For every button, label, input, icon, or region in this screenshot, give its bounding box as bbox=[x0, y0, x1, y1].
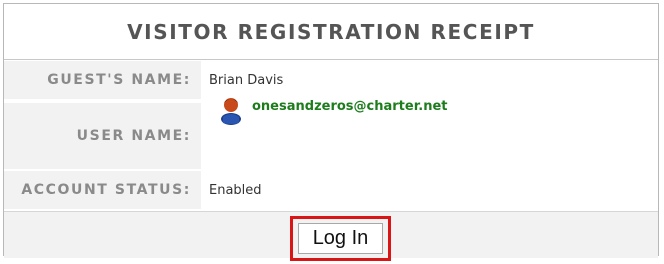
user-name-row: USER NAME: onesandzeros@charter.net bbox=[4, 98, 658, 169]
account-status-label: ACCOUNT STATUS: bbox=[4, 171, 201, 209]
guest-name-value: Brian Davis bbox=[209, 72, 284, 88]
user-name-value-cell: onesandzeros@charter.net bbox=[209, 98, 658, 169]
receipt-title: VISITOR REGISTRATION RECEIPT bbox=[4, 4, 658, 60]
receipt-panel: VISITOR REGISTRATION RECEIPT GUEST'S NAM… bbox=[3, 3, 659, 261]
account-status-row: ACCOUNT STATUS: Enabled bbox=[4, 171, 658, 209]
user-name-email: onesandzeros@charter.net bbox=[252, 99, 448, 114]
guest-name-row: GUEST'S NAME: Brian Davis bbox=[4, 61, 658, 99]
actions-bar: Log In bbox=[4, 211, 658, 261]
guest-name-label: GUEST'S NAME: bbox=[4, 61, 201, 99]
user-name-label: USER NAME: bbox=[4, 103, 201, 169]
login-button-highlight: Log In bbox=[290, 216, 391, 261]
person-avatar-icon bbox=[220, 95, 242, 125]
user-name-group: onesandzeros@charter.net bbox=[220, 95, 448, 125]
account-status-value: Enabled bbox=[209, 182, 262, 198]
login-button[interactable]: Log In bbox=[298, 223, 383, 254]
